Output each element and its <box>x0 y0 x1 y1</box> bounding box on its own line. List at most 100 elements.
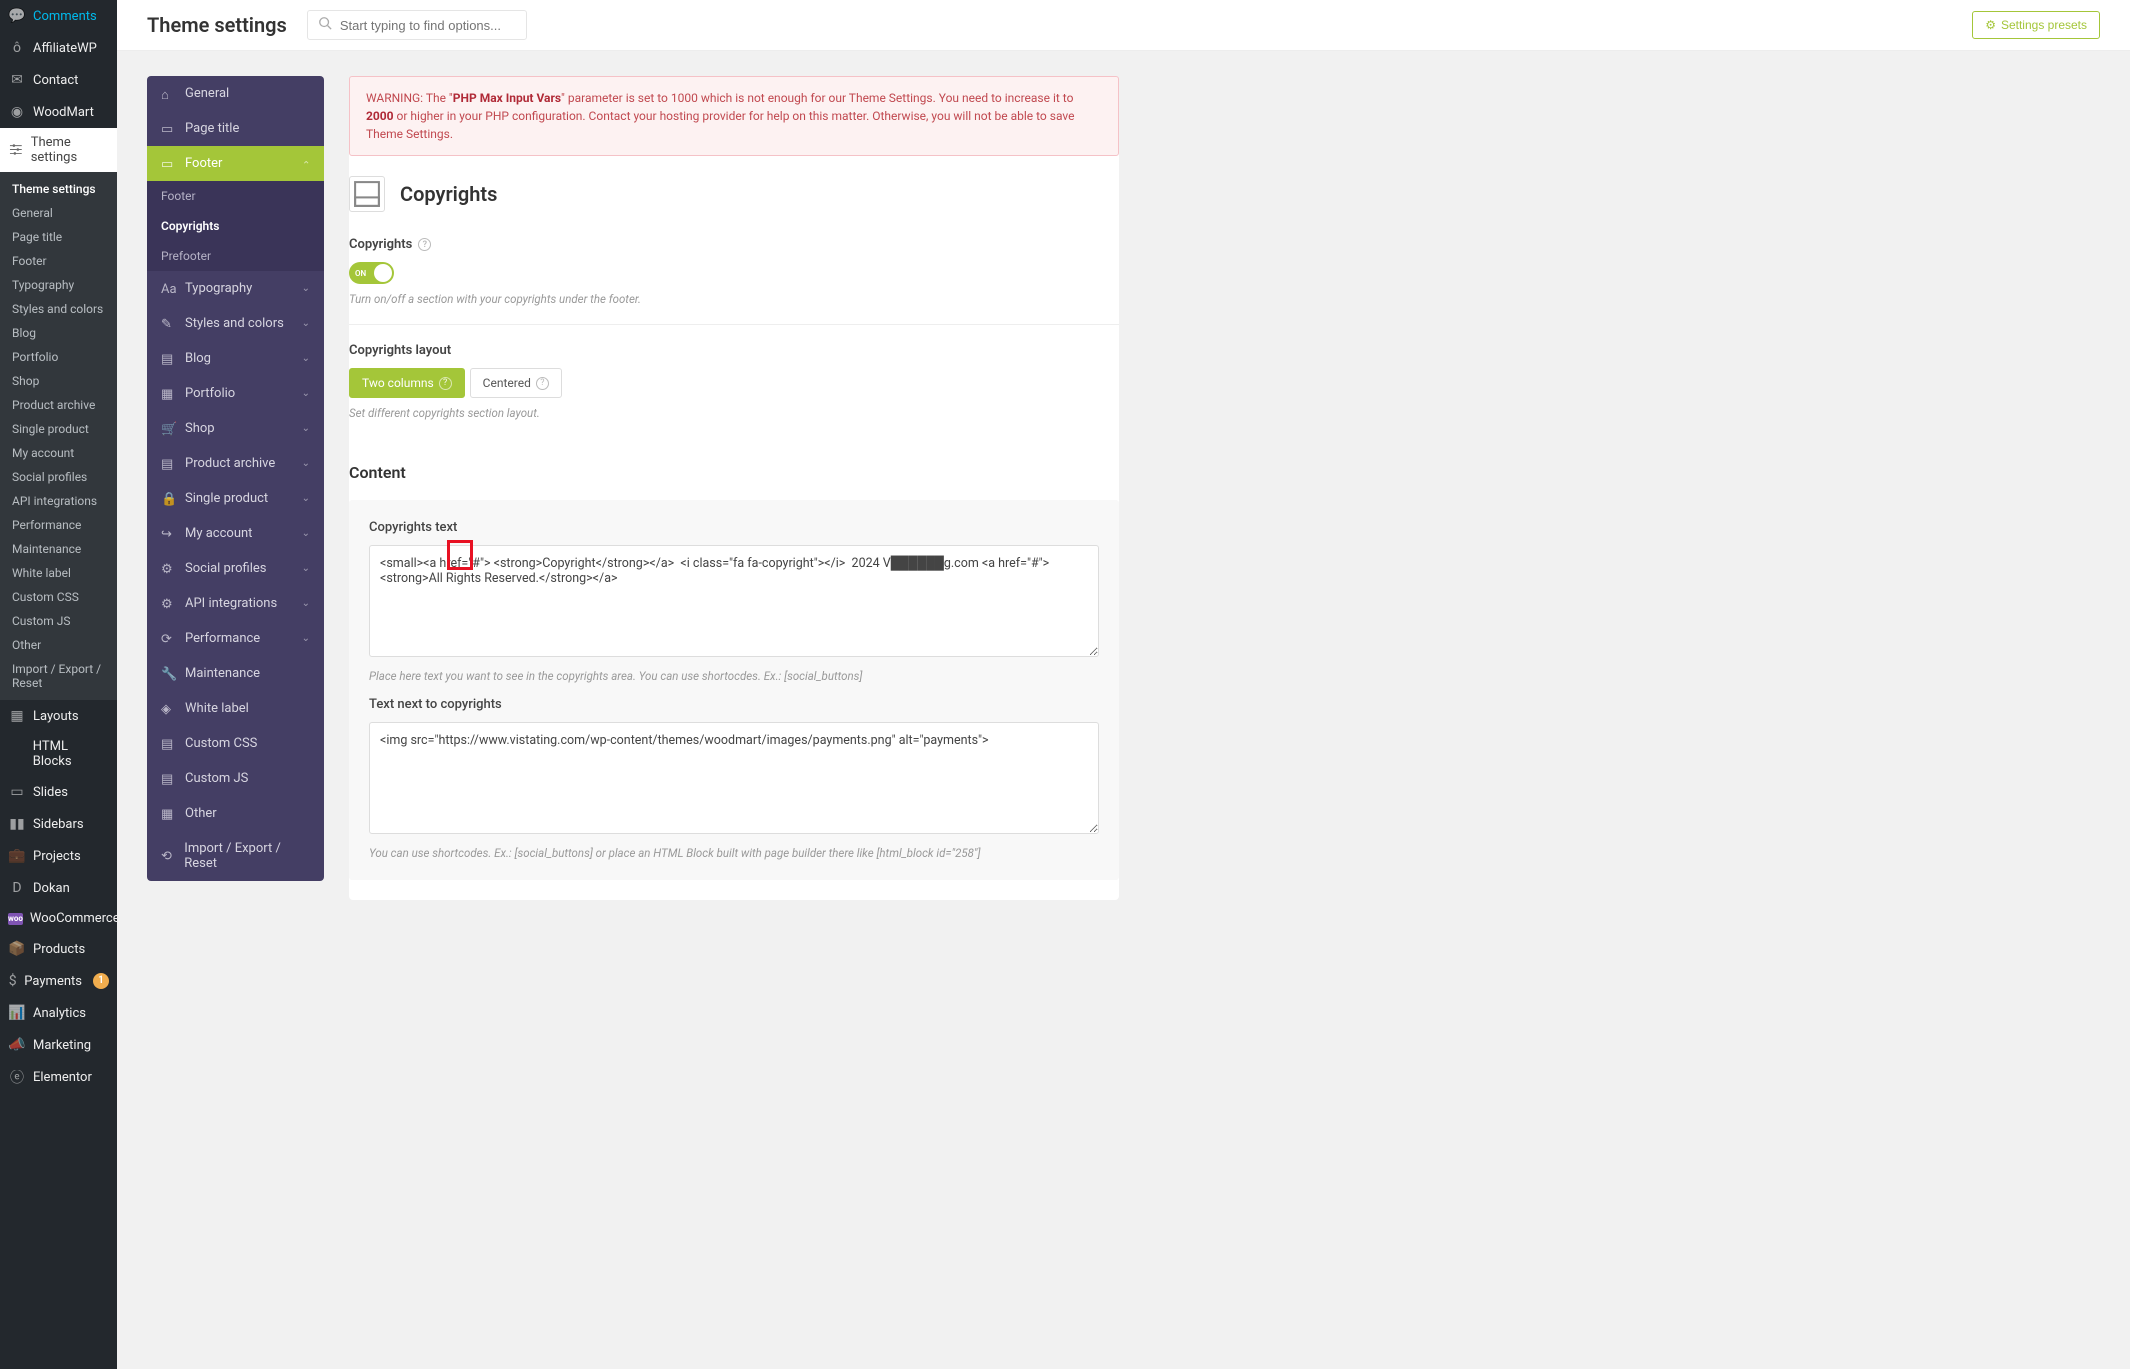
tab-blog[interactable]: ▤Blog⌄ <box>147 341 324 376</box>
submenu-performance[interactable]: Performance <box>0 513 117 537</box>
submenu-portfolio[interactable]: Portfolio <box>0 345 117 369</box>
textarea-block-copyrights: Copyrights text <small><a href="#"> <str… <box>349 500 1119 880</box>
menu-label: Theme settings <box>31 135 109 165</box>
tab-sub-item-footer[interactable]: Footer <box>147 181 324 211</box>
tab-label: Portfolio <box>185 386 235 401</box>
tab-styles-and-colors[interactable]: ✎Styles and colors⌄ <box>147 306 324 341</box>
tab-maintenance[interactable]: 🔧Maintenance <box>147 656 324 691</box>
menu-label: Payments <box>24 974 82 989</box>
option-two-columns[interactable]: Two columns ? <box>349 368 465 398</box>
tab-white-label[interactable]: ◈White label <box>147 691 324 726</box>
main-area: Theme settings ⚙ Settings presets ⌂Gener… <box>117 0 2130 1369</box>
submenu-import-export-reset[interactable]: Import / Export / Reset <box>0 657 117 695</box>
tab-custom-css[interactable]: ▤Custom CSS <box>147 726 324 761</box>
submenu-api-integrations[interactable]: API integrations <box>0 489 117 513</box>
tab-custom-js[interactable]: ▤Custom JS <box>147 761 324 796</box>
tab-sub-item-copyrights[interactable]: Copyrights <box>147 211 324 241</box>
menu-layouts[interactable]: ▦Layouts <box>0 700 117 732</box>
sliders-icon <box>8 141 24 159</box>
option-centered[interactable]: Centered ? <box>470 368 562 398</box>
tab-label: White label <box>185 701 249 716</box>
projects-icon: 💼 <box>8 847 26 865</box>
menu-label: Layouts <box>33 709 79 724</box>
submenu-my-account[interactable]: My account <box>0 441 117 465</box>
tab-general[interactable]: ⌂General <box>147 76 324 111</box>
button-label: Settings presets <box>2001 18 2087 32</box>
submenu-single-product[interactable]: Single product <box>0 417 117 441</box>
submenu-white-label[interactable]: White label <box>0 561 117 585</box>
submenu-product-archive[interactable]: Product archive <box>0 393 117 417</box>
menu-dokan[interactable]: DDokan <box>0 872 117 904</box>
submenu-blog[interactable]: Blog <box>0 321 117 345</box>
text-next-copyrights-input[interactable]: <img src="https://www.vistating.com/wp-c… <box>369 722 1099 834</box>
search-input[interactable] <box>340 18 516 33</box>
search-box[interactable] <box>307 10 527 40</box>
tab-label: Performance <box>185 631 260 646</box>
submenu-page-title[interactable]: Page title <box>0 225 117 249</box>
chevron-down-icon: ⌄ <box>302 598 310 609</box>
menu-slides[interactable]: ▭Slides <box>0 776 117 808</box>
tab-other[interactable]: ▦Other <box>147 796 324 831</box>
badge: 1 <box>93 973 109 989</box>
menu-label: Products <box>33 942 85 957</box>
menu-sidebars[interactable]: ▮▮Sidebars <box>0 808 117 840</box>
submenu-maintenance[interactable]: Maintenance <box>0 537 117 561</box>
page-icon: ▭ <box>161 122 175 136</box>
submenu-social-profiles[interactable]: Social profiles <box>0 465 117 489</box>
tab-social-profiles[interactable]: ⚙Social profiles⌄ <box>147 551 324 586</box>
menu-theme-settings[interactable]: Theme settings <box>0 128 117 172</box>
tab-my-account[interactable]: ↪My account⌄ <box>147 516 324 551</box>
field-label: Copyrights layout <box>349 343 1119 358</box>
copyrights-text-input[interactable]: <small><a href="#"> <strong>Copyright</s… <box>369 545 1099 657</box>
tab-sub-item-prefooter[interactable]: Prefooter <box>147 241 324 271</box>
js-icon: ▤ <box>161 772 175 786</box>
wp-admin-sidebar: 💬CommentsôAffiliateWP✉Contact ◉ WoodMart… <box>0 0 117 1369</box>
menu-elementor[interactable]: ⓔElementor <box>0 1061 117 1093</box>
tab-shop[interactable]: 🛒Shop⌄ <box>147 411 324 446</box>
submenu-custom-js[interactable]: Custom JS <box>0 609 117 633</box>
copyrights-toggle[interactable]: ON <box>349 262 394 284</box>
section-header: Copyrights <box>349 176 1119 212</box>
submenu-other[interactable]: Other <box>0 633 117 657</box>
help-icon[interactable]: ? <box>439 377 452 390</box>
submenu-shop[interactable]: Shop <box>0 369 117 393</box>
tab-import-export-reset[interactable]: ⟲Import / Export / Reset <box>147 831 324 881</box>
help-icon[interactable]: ? <box>536 377 549 390</box>
submenu-typography[interactable]: Typography <box>0 273 117 297</box>
tab-performance[interactable]: ⟳Performance⌄ <box>147 621 324 656</box>
menu-payments[interactable]: $Payments1 <box>0 965 117 997</box>
menu-html-blocks[interactable]: HTML Blocks <box>0 732 117 776</box>
marketing-icon: 📣 <box>8 1036 26 1054</box>
submenu-styles-and-colors[interactable]: Styles and colors <box>0 297 117 321</box>
menu-contact[interactable]: ✉Contact <box>0 64 117 96</box>
submenu-custom-css[interactable]: Custom CSS <box>0 585 117 609</box>
menu-analytics[interactable]: 📊Analytics <box>0 997 117 1029</box>
submenu-footer[interactable]: Footer <box>0 249 117 273</box>
help-icon[interactable]: ? <box>418 238 431 251</box>
menu-affiliatewp[interactable]: ôAffiliateWP <box>0 32 117 64</box>
chevron-down-icon: ⌄ <box>302 423 310 434</box>
lock-icon: 🔒 <box>161 492 175 506</box>
settings-presets-button[interactable]: ⚙ Settings presets <box>1972 11 2100 39</box>
tab-footer[interactable]: ▭Footer⌄ <box>147 146 324 181</box>
submenu-general[interactable]: General <box>0 201 117 225</box>
tab-api-integrations[interactable]: ⚙API integrations⌄ <box>147 586 324 621</box>
tab-single-product[interactable]: 🔒Single product⌄ <box>147 481 324 516</box>
submenu-theme-settings[interactable]: Theme settings <box>0 177 117 201</box>
menu-woodmart[interactable]: ◉ WoodMart <box>0 96 117 128</box>
tab-page-title[interactable]: ▭Page title <box>147 111 324 146</box>
menu-woocommerce[interactable]: wooWooCommerce <box>0 904 117 933</box>
products-icon: 📦 <box>8 940 26 958</box>
field-label: Copyrights ? <box>349 237 1119 252</box>
tab-label: Shop <box>185 421 215 436</box>
menu-products[interactable]: 📦 Products <box>0 933 117 965</box>
tab-typography[interactable]: AaTypography⌄ <box>147 271 324 306</box>
help-text: Place here text you want to see in the c… <box>369 669 1099 683</box>
affiliate-icon: ô <box>8 39 26 57</box>
menu-comments[interactable]: 💬Comments <box>0 0 117 32</box>
menu-projects[interactable]: 💼 Projects <box>0 840 117 872</box>
tab-portfolio[interactable]: ▦Portfolio⌄ <box>147 376 324 411</box>
menu-label: Projects <box>33 849 81 864</box>
menu-marketing[interactable]: 📣Marketing <box>0 1029 117 1061</box>
tab-product-archive[interactable]: ▤Product archive⌄ <box>147 446 324 481</box>
